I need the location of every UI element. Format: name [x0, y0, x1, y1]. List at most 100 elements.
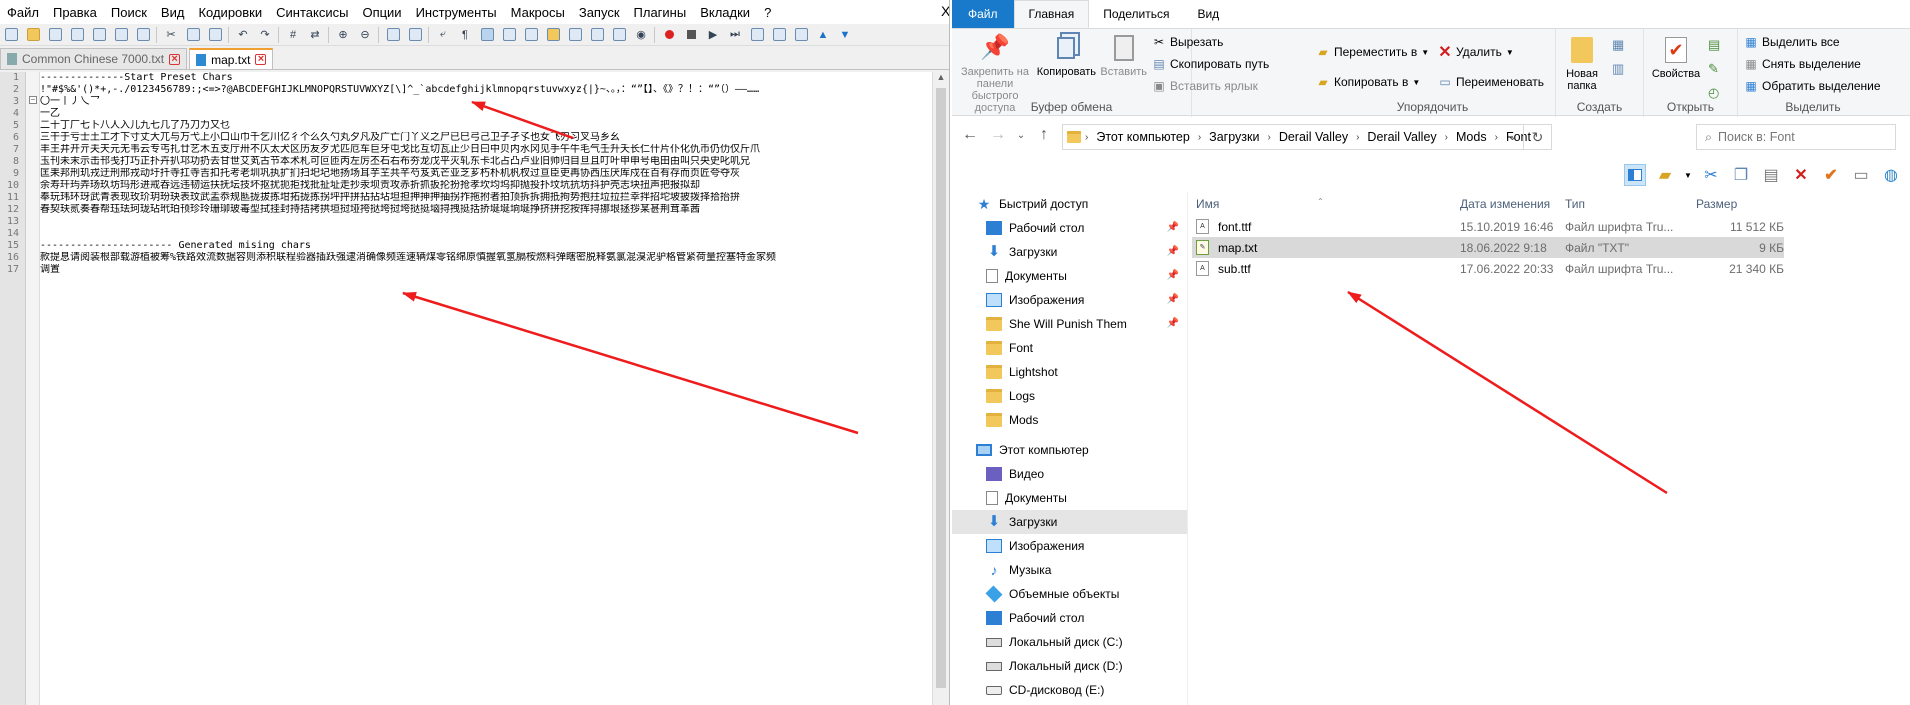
copy-icon[interactable] [184, 26, 202, 44]
code-line[interactable]: 一乙 [40, 108, 949, 120]
select-all-button[interactable]: ▦ Выделить все [1744, 31, 1881, 53]
code-line[interactable]: 三干于亏士土工才下寸丈大兀与万弋上小口山巾千乞川亿彳个么久勺丸夕凡及广亡门丫义之… [40, 132, 949, 144]
open-file-icon[interactable] [24, 26, 42, 44]
code-line[interactable]: 春契玞贰奏春帮珏珐珂珑玷玳珀顸珍玲珊珋玻毒型拭挂封持拮拷拱垣挝垭挎挞垮挝垮挞挺垴… [40, 204, 949, 216]
search-box[interactable]: ⌕ Поиск в: Font [1696, 124, 1896, 150]
rename-button[interactable]: ▭ Переименовать [1438, 67, 1544, 97]
code-line[interactable]: 调置 [40, 264, 949, 276]
column-size[interactable]: Размер [1696, 197, 1737, 211]
menu-search[interactable]: Поиск [104, 5, 154, 20]
close-file-icon[interactable] [90, 26, 108, 44]
checkmark-icon[interactable]: ✔ [1820, 164, 1842, 186]
menu-window[interactable]: Вкладки [693, 5, 757, 20]
nav-item[interactable]: Локальный диск (C:) [952, 630, 1187, 654]
print-icon[interactable] [134, 26, 152, 44]
paste-icon[interactable] [206, 26, 224, 44]
paste-shortcut-button[interactable]: ▣ Вставить ярлык [1152, 75, 1269, 97]
code-text[interactable]: --------------Start Preset Chars !"#$%&'… [40, 72, 949, 705]
scroll-up-icon[interactable]: ▲ [933, 72, 949, 86]
chevron-right-icon[interactable]: › [1265, 132, 1272, 143]
zoom-out-icon[interactable]: ⊖ [356, 26, 374, 44]
pin-icon[interactable]: 📌 [1167, 246, 1179, 257]
breadcrumb-mods[interactable]: Mods [1452, 130, 1491, 144]
move-down-icon[interactable]: ▼ [836, 26, 854, 44]
preview-pane-icon[interactable] [1624, 164, 1646, 186]
nav-item[interactable]: Этот компьютер [952, 438, 1187, 462]
doc-map-icon[interactable] [500, 26, 518, 44]
copy-path-button[interactable]: ▤ Скопировать путь [1152, 53, 1269, 75]
code-line[interactable]: 〇一丨丿乀乛 [40, 96, 949, 108]
new-item-icon[interactable]: ▰ [1654, 164, 1676, 186]
column-name[interactable]: Имя [1196, 197, 1219, 211]
code-line[interactable]: !"#$%&'()*+,-./0123456789:;<=>?@ABCDEFGH… [40, 84, 949, 96]
nav-item[interactable]: Logs [952, 384, 1187, 408]
menu-file[interactable]: Файл [0, 5, 46, 20]
select-none-button[interactable]: ▦ Снять выделение [1744, 53, 1881, 75]
column-date[interactable]: Дата изменения [1460, 197, 1550, 211]
close-window-button[interactable]: X [934, 3, 949, 19]
chevron-right-icon[interactable]: › [1443, 132, 1450, 143]
tab-map-txt[interactable]: map.txt × [189, 48, 274, 69]
ribbon-tab-home[interactable]: Главная [1013, 0, 1090, 28]
nav-item[interactable]: Документы [952, 486, 1187, 510]
code-line[interactable]: 奉玩玮环玡武青表现玫玠玥玢玦表玟武盂忝规匦拢拔拣坩拓拢拣拐坪抨拼拈拈坫坦担押抻押… [40, 192, 949, 204]
nav-item[interactable]: Видео [952, 462, 1187, 486]
nav-item[interactable]: Mods [952, 408, 1187, 432]
monitoring-icon[interactable] [566, 26, 584, 44]
preview-icon[interactable]: ◉ [632, 26, 650, 44]
ribbon-tab-share[interactable]: Поделиться [1089, 0, 1183, 28]
column-type[interactable]: Тип [1565, 197, 1585, 211]
nav-item[interactable]: ♪ Музыка [952, 558, 1187, 582]
move-up-icon[interactable]: ▲ [814, 26, 832, 44]
code-line[interactable] [40, 216, 949, 228]
nav-item[interactable]: Рабочий стол 📌 [952, 216, 1187, 240]
nav-item[interactable]: Рабочий стол [952, 606, 1187, 630]
fold-marker-icon[interactable]: − [29, 96, 37, 104]
nav-item[interactable]: CD-дисковод (E:) [952, 678, 1187, 702]
nav-item[interactable]: Изображения 📌 [952, 288, 1187, 312]
move-to-button[interactable]: ▰ Переместить в ▼ [1316, 37, 1429, 67]
redo-icon[interactable]: ↷ [256, 26, 274, 44]
nav-item[interactable]: Документы 📌 [952, 264, 1187, 288]
menu-settings[interactable]: Опции [355, 5, 408, 20]
sync-horizontal-icon[interactable] [406, 26, 424, 44]
file-row[interactable]: ✎ map.txt 18.06.2022 9:18 Файл "TXT" 9 КБ [1192, 237, 1784, 258]
recent-chevron-icon[interactable]: ⌄ [1016, 130, 1026, 141]
breadcrumb-derail-valley[interactable]: Derail Valley [1275, 130, 1352, 144]
copy-to-button[interactable]: ▰ Копировать в ▼ [1316, 67, 1429, 97]
menu-macro[interactable]: Макросы [504, 5, 572, 20]
find-icon[interactable]: # [284, 26, 302, 44]
pin-icon[interactable]: 📌 [1167, 318, 1179, 329]
nav-item[interactable]: Font [952, 336, 1187, 360]
breadcrumb-derail-valley-inner[interactable]: Derail Valley [1363, 130, 1440, 144]
nav-item[interactable]: Локальный диск (D:) [952, 654, 1187, 678]
nav-item[interactable]: She Will Punish Them 📌 [952, 312, 1187, 336]
function-list-icon[interactable] [522, 26, 540, 44]
menu-help[interactable]: ? [757, 5, 778, 20]
rename-icon[interactable]: ▭ [1850, 164, 1872, 186]
breadcrumb-downloads[interactable]: Загрузки [1205, 130, 1263, 144]
breadcrumb-this-pc[interactable]: Этот компьютер [1092, 130, 1193, 144]
menu-tools[interactable]: Инструменты [409, 5, 504, 20]
code-line[interactable] [40, 228, 949, 240]
refresh-icon[interactable]: ↻ [1523, 125, 1551, 149]
code-line[interactable]: 匡耒邦刑玑戎迂刑邢戎动圩扦寺扛寺吉扣托考老圳巩执扩扪扫圯圮地扬场耳芋芏共芊芍芨芄… [40, 168, 949, 180]
chevron-right-icon[interactable]: › [1196, 132, 1203, 143]
save-macro-icon[interactable] [748, 26, 766, 44]
file-row[interactable]: Afont.ttf 15.10.2019 16:46 Файл шрифта Tru… [1192, 216, 1784, 237]
vertical-scrollbar[interactable]: ▲ [932, 72, 949, 705]
menu-view[interactable]: Вид [154, 5, 192, 20]
copy-icon[interactable]: ❐ [1730, 164, 1752, 186]
chevron-right-icon[interactable]: › [1354, 132, 1361, 143]
tab-common-chinese[interactable]: Common Chinese 7000.txt × [0, 48, 188, 69]
nav-item[interactable]: Изображения [952, 534, 1187, 558]
record-macro-icon[interactable] [660, 26, 678, 44]
pin-icon[interactable]: 📌 [1167, 294, 1179, 305]
scroll-thumb[interactable] [936, 88, 946, 688]
code-line[interactable]: 玉刊未末示击邗戋打巧正扑卉扒邛功扔去甘世艾芄古节本术札可叵匝丙左厉丕石右布夯龙戊… [40, 156, 949, 168]
replace-icon[interactable]: ⇄ [306, 26, 324, 44]
delete-x-icon[interactable]: ✕ [1790, 164, 1812, 186]
code-line[interactable]: 二十丁厂七卜八人入儿九七几了乃刀力又乜 [40, 120, 949, 132]
spellcheck-icon[interactable] [770, 26, 788, 44]
ribbon-tab-view[interactable]: Вид [1183, 0, 1233, 28]
